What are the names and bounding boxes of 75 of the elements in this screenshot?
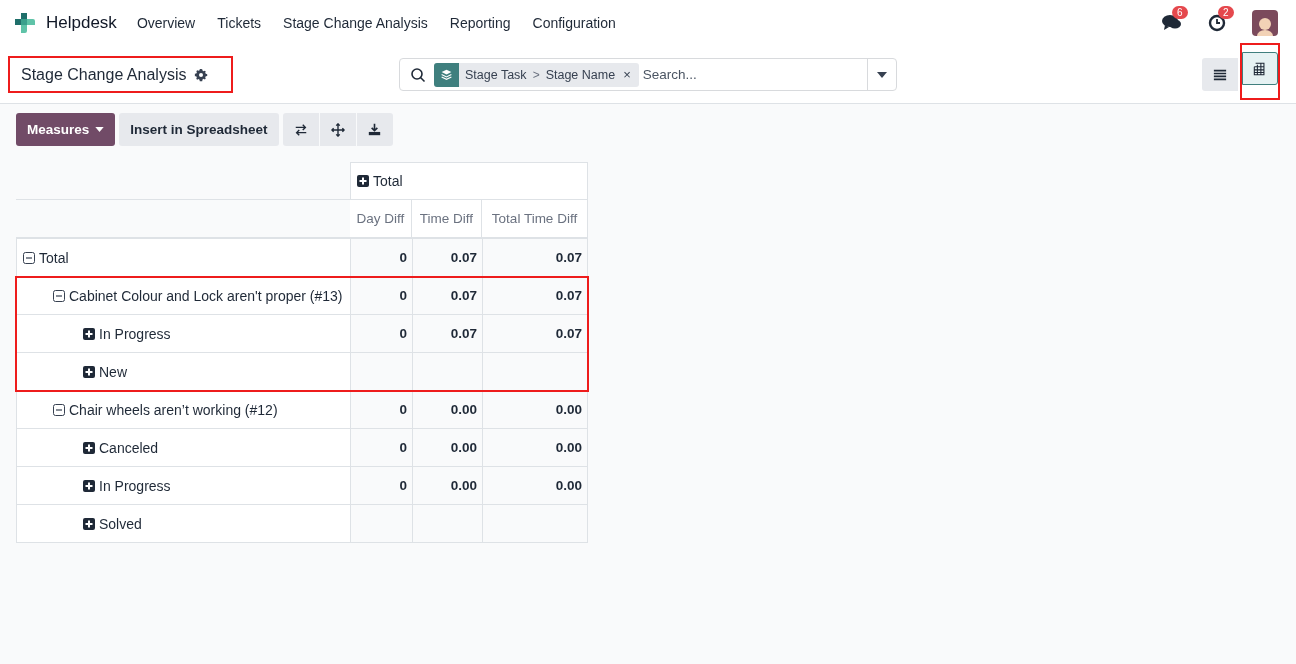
row-header[interactable]: Solved	[16, 505, 350, 543]
row-label: In Progress	[99, 477, 171, 494]
menu-item[interactable]: Reporting	[449, 15, 511, 31]
measure-header[interactable]: Day Diff	[350, 200, 412, 238]
gear-icon	[194, 67, 209, 82]
page-title: Stage Change Analysis	[21, 65, 187, 84]
value-cell: 0.00	[412, 467, 482, 505]
caret-icon	[877, 71, 887, 78]
row-header[interactable]: Chair wheels aren’t working (#12)	[16, 391, 350, 429]
value-cell: 0	[350, 277, 412, 315]
search-icon	[410, 66, 426, 83]
value-cell: 0	[350, 391, 412, 429]
caret-icon	[95, 127, 105, 132]
avatar[interactable]	[1252, 10, 1278, 36]
menu-item[interactable]: Overview	[136, 15, 196, 31]
value-cell: 0.07	[482, 239, 588, 277]
row-label: Chair wheels aren’t working (#12)	[69, 401, 278, 418]
value-cell	[412, 505, 482, 543]
layers-icon	[440, 68, 453, 81]
app-name[interactable]: Helpdesk	[46, 13, 117, 33]
facet-separator: >	[532, 67, 540, 82]
column-header[interactable]: Total	[350, 162, 588, 200]
filter-facet[interactable]: Stage Task > Stage Name ×	[434, 62, 639, 87]
row-label: Canceled	[99, 439, 159, 456]
measures-button[interactable]: Measures	[16, 113, 116, 146]
remove-facet-button[interactable]: ×	[621, 67, 639, 82]
value-cell: 0.00	[412, 391, 482, 429]
list-icon	[1213, 67, 1227, 82]
row-label: In Progress	[99, 325, 171, 342]
value-cell: 0.00	[482, 429, 588, 467]
value-cell: 0.07	[482, 277, 588, 315]
value-cell: 0	[350, 467, 412, 505]
list-view-button[interactable]	[1202, 58, 1238, 91]
activity-count-badge: 2	[1218, 6, 1234, 19]
pivot-view-button[interactable]	[1242, 52, 1278, 85]
download-icon	[368, 123, 382, 136]
value-cell	[350, 505, 412, 543]
facet-field: Stage Task	[459, 67, 533, 82]
measure-header[interactable]: Time Diff	[412, 200, 482, 238]
value-cell: 0.00	[482, 467, 588, 505]
row-header[interactable]: In Progress	[16, 467, 350, 505]
row-header[interactable]: In Progress	[16, 315, 350, 353]
value-cell: 0	[350, 429, 412, 467]
row-label: New	[99, 363, 127, 380]
facet-value: Stage Name	[544, 67, 617, 82]
chat-icon[interactable]	[1162, 14, 1182, 32]
value-cell: 0	[350, 315, 412, 353]
row-label: Cabinet Colour and Lock aren't proper (#13)	[69, 287, 343, 304]
row-label: Total	[39, 249, 69, 266]
value-cell: 0.00	[482, 391, 588, 429]
row-header[interactable]: Canceled	[16, 429, 350, 467]
menu-item[interactable]: Configuration	[532, 15, 616, 31]
download-button[interactable]	[356, 113, 393, 146]
insert-spreadsheet-button[interactable]: Insert in Spreadsheet	[119, 113, 279, 146]
row-header[interactable]: Cabinet Colour and Lock aren't proper (#13)	[16, 277, 350, 315]
value-cell: 0.00	[412, 429, 482, 467]
menu-item[interactable]: Stage Change Analysis	[283, 15, 428, 31]
menu-item[interactable]: Tickets	[217, 15, 262, 31]
move-arrows-icon	[330, 122, 345, 137]
app-logo-icon	[14, 12, 36, 34]
row-header[interactable]: New	[16, 353, 350, 391]
clock-icon[interactable]	[1208, 14, 1226, 32]
column-header-label: Total	[373, 173, 403, 189]
row-header[interactable]: Total	[16, 239, 350, 277]
expand-all-button[interactable]	[319, 113, 356, 146]
flip-axis-button[interactable]	[282, 113, 319, 146]
swap-arrows-icon	[293, 122, 308, 137]
row-label: Solved	[99, 515, 142, 532]
value-cell: 0.07	[412, 315, 482, 353]
value-cell: 0.07	[482, 315, 588, 353]
message-count-badge: 6	[1172, 6, 1188, 19]
value-cell: 0.07	[412, 277, 482, 315]
measure-header[interactable]: Total Time Diff	[482, 200, 588, 238]
table-icon	[1253, 61, 1267, 76]
search-field[interactable]: Stage Task > Stage Name × Search...	[399, 58, 897, 91]
